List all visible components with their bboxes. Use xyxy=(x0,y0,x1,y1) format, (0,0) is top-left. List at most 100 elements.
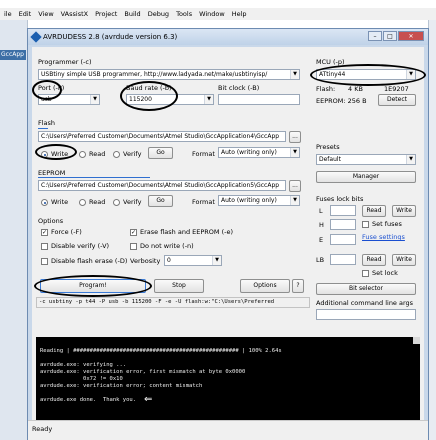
chevron-down-icon: ▼ xyxy=(90,95,99,104)
eeprom-write-radio[interactable] xyxy=(41,199,48,206)
maximize-icon[interactable]: □ xyxy=(383,31,397,41)
presets-manager-button[interactable]: Manager xyxy=(316,171,416,183)
lock-read-button[interactable]: Read xyxy=(362,254,386,266)
bit-selector-button[interactable]: Bit selector xyxy=(316,283,416,295)
chevron-down-icon: ▼ xyxy=(212,256,221,265)
eeprom-go-button[interactable]: Go xyxy=(148,195,173,207)
ide-document-tab[interactable]: GccApp xyxy=(0,50,26,60)
mcu-flash-label: Flash: xyxy=(316,85,336,93)
window-controls: – □ ✕ xyxy=(368,31,424,41)
console-line: 0x72 != 0x10 xyxy=(40,376,123,382)
fuse-settings-link[interactable]: Fuse settings xyxy=(362,233,405,241)
console-line: avrdude.exe done. Thank you. xyxy=(40,397,137,403)
bitclock-input[interactable] xyxy=(218,94,300,105)
flash-format-value: Auto (writing only) xyxy=(221,149,277,156)
disable-flash-erase-checkbox[interactable] xyxy=(41,258,48,265)
menu-build[interactable]: Build xyxy=(124,10,140,18)
detect-button[interactable]: Detect xyxy=(378,94,416,106)
fuse-l-input[interactable] xyxy=(330,205,356,216)
chevron-down-icon: ▼ xyxy=(290,196,299,205)
options-button[interactable]: Options xyxy=(240,279,290,293)
fuse-read-button[interactable]: Read xyxy=(362,205,386,217)
client-area: Programmer (-c) USBtiny simple USB progr… xyxy=(32,47,426,420)
mcu-signature: 1E9207 xyxy=(384,85,409,93)
annotation-circle-program xyxy=(34,275,152,297)
menu-edit[interactable]: Edit xyxy=(19,10,32,18)
lock-write-button[interactable]: Write xyxy=(392,254,416,266)
chevron-down-icon: ▼ xyxy=(290,70,299,79)
window-title: AVRDUDESS 2.8 (avrdude version 6.3) xyxy=(43,33,178,41)
console-scrollbar[interactable] xyxy=(413,337,420,344)
annotation-circle-mcu xyxy=(310,64,426,86)
flash-path-input[interactable]: C:\Users\Preferred Customer\Documents\At… xyxy=(38,131,286,142)
eeprom-browse-button[interactable]: ... xyxy=(289,180,301,192)
menu-tools[interactable]: Tools xyxy=(176,10,192,18)
erase-label: Erase flash and EEPROM (-e) xyxy=(140,228,234,236)
no-write-checkbox[interactable] xyxy=(130,243,137,250)
fuse-e-input[interactable] xyxy=(330,234,356,245)
fuses-label: Fuses lock bits xyxy=(316,195,364,203)
stop-button[interactable]: Stop xyxy=(154,279,204,293)
flash-read-radio[interactable] xyxy=(79,151,86,158)
ide-left-panel xyxy=(0,20,28,440)
console-output: Reading | ##############################… xyxy=(36,337,420,420)
eeprom-label: EEPROM xyxy=(38,169,66,177)
erase-checkbox[interactable]: ✓ xyxy=(130,229,137,236)
ide-menubar: ile Edit View VAssistX Project Build Deb… xyxy=(0,8,436,20)
avrdudess-window: AVRDUDESS 2.8 (avrdude version 6.3) – □ … xyxy=(27,28,429,440)
flash-format-select[interactable]: Auto (writing only) ▼ xyxy=(218,147,300,158)
additional-args-input[interactable] xyxy=(316,309,416,320)
menu-view[interactable]: View xyxy=(38,10,53,18)
minimize-icon[interactable]: – xyxy=(368,31,382,41)
console-line: avrdude.exe: verification error, first m… xyxy=(40,369,246,375)
programmer-label: Programmer (-c) xyxy=(38,58,92,66)
status-text: Ready xyxy=(32,425,53,433)
eeprom-read-radio[interactable] xyxy=(79,199,86,206)
eeprom-verify-label: Verify xyxy=(123,198,142,206)
force-checkbox[interactable]: ✓ xyxy=(41,229,48,236)
eeprom-path-input[interactable]: C:\Users\Preferred Customer\Documents\At… xyxy=(38,180,286,191)
set-lock-checkbox[interactable] xyxy=(362,270,369,277)
menu-vassistx[interactable]: VAssistX xyxy=(61,10,88,18)
flash-read-label: Read xyxy=(89,150,106,158)
menu-help[interactable]: Help xyxy=(232,10,247,18)
menu-file[interactable]: ile xyxy=(4,10,12,18)
console-line: avrdude.exe: verifying ... xyxy=(40,362,127,368)
programmer-select[interactable]: USBtiny simple USB programmer, http://ww… xyxy=(38,69,300,80)
fuse-h-label: H xyxy=(319,221,324,229)
eeprom-format-select[interactable]: Auto (writing only) ▼ xyxy=(218,195,300,206)
flash-browse-button[interactable]: ... xyxy=(289,131,301,143)
verbosity-select[interactable]: 0 ▼ xyxy=(164,255,222,266)
presets-select[interactable]: Default ▼ xyxy=(316,154,416,165)
help-button[interactable]: ? xyxy=(292,279,304,293)
close-icon[interactable]: ✕ xyxy=(398,31,424,41)
menu-project[interactable]: Project xyxy=(95,10,117,18)
fuse-lb-input[interactable] xyxy=(330,254,356,265)
flash-go-button[interactable]: Go xyxy=(148,147,173,159)
eeprom-write-label: Write xyxy=(51,198,69,206)
force-label: Force (-F) xyxy=(51,228,82,236)
eeprom-read-label: Read xyxy=(89,198,106,206)
chevron-down-icon: ▼ xyxy=(406,155,415,164)
fuse-h-input[interactable] xyxy=(330,219,356,230)
status-bar: Ready xyxy=(28,420,428,440)
menu-debug[interactable]: Debug xyxy=(148,10,169,18)
programmer-value: USBtiny simple USB programmer, http://ww… xyxy=(41,71,268,78)
flash-verify-radio[interactable] xyxy=(113,151,120,158)
disable-verify-checkbox[interactable] xyxy=(41,243,48,250)
chevron-down-icon: ▼ xyxy=(204,95,213,104)
command-line-preview: -c usbtiny -p t44 -P usb -b 115200 -F -e… xyxy=(36,297,310,308)
fuse-write-button[interactable]: Write xyxy=(392,205,416,217)
menu-window[interactable]: Window xyxy=(199,10,225,18)
annotation-circle-baud xyxy=(120,81,178,111)
set-fuses-checkbox[interactable] xyxy=(362,221,369,228)
ide-right-panel xyxy=(428,20,436,440)
eeprom-underline xyxy=(38,177,150,178)
flash-format-label: Format xyxy=(192,150,215,158)
flash-underline xyxy=(38,128,48,129)
eeprom-verify-radio[interactable] xyxy=(113,199,120,206)
fuse-e-label: E xyxy=(319,236,324,244)
